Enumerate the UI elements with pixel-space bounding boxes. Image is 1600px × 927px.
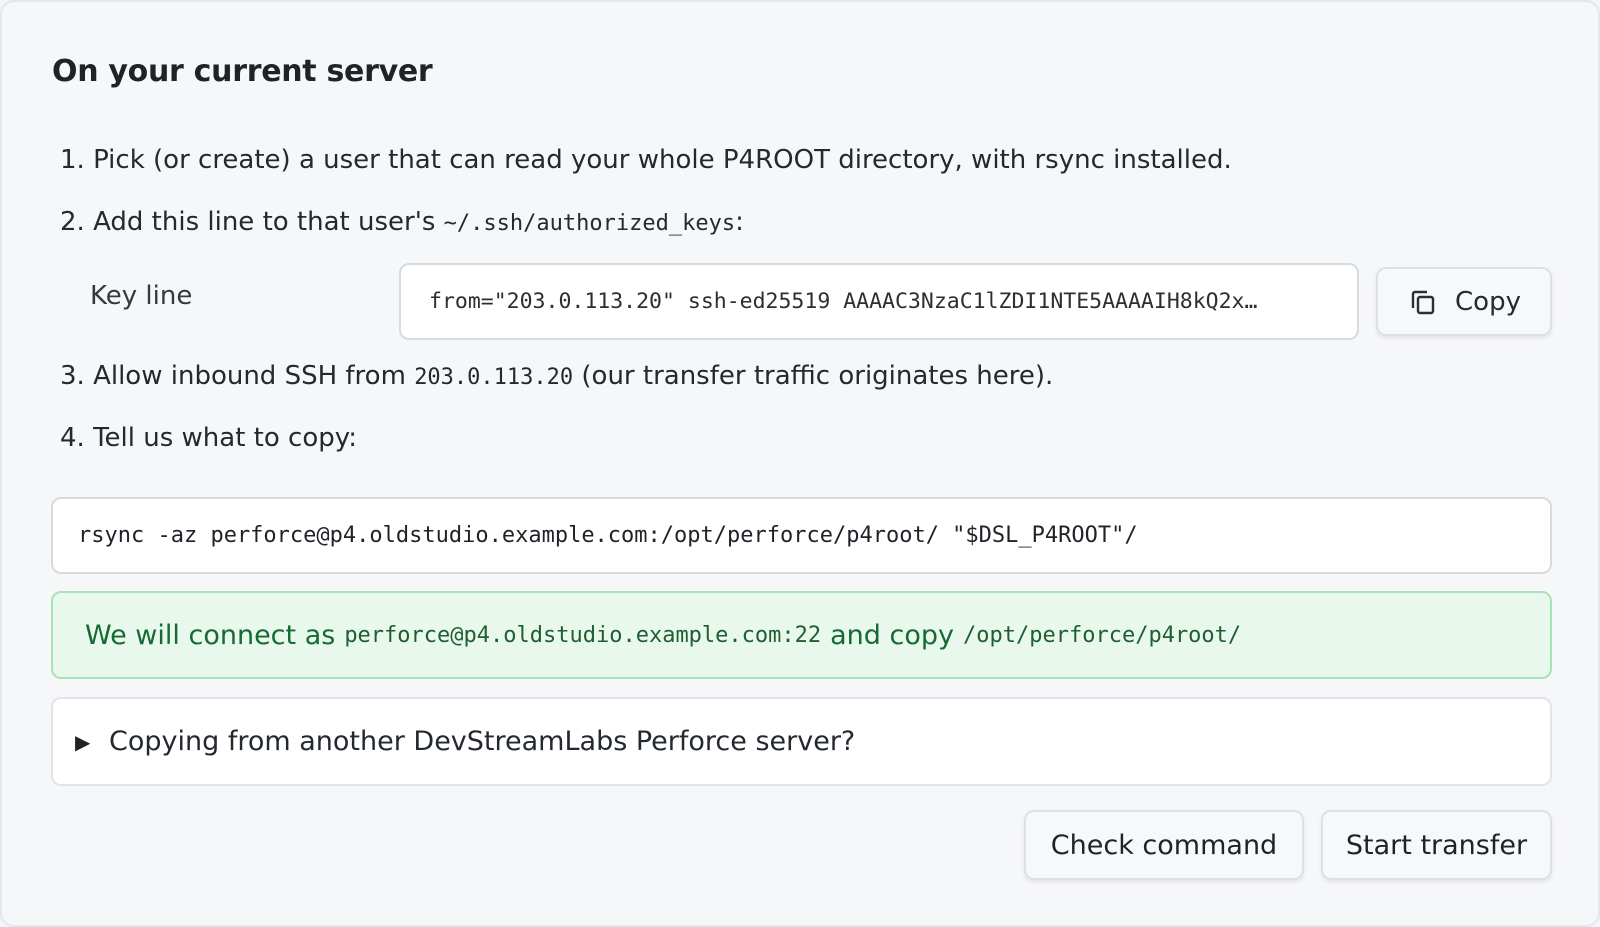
start-transfer-button[interactable]: Start transfer [1321,810,1552,880]
step-3-prefix: 3. Allow inbound SSH from [60,361,415,391]
step-2-prefix: 2. Add this line to that user's [60,207,444,237]
key-line-label: Key line [90,281,193,311]
step-2-suffix: : [735,207,744,237]
step-3: 3. Allow inbound SSH from 203.0.113.20 (… [60,361,1053,392]
source-ip: 203.0.113.20 [414,365,574,390]
step-1: 1. Pick (or create) a user that can read… [60,145,1232,176]
copy-icon [1411,290,1435,314]
rsync-command-value[interactable]: rsync -az perforce@p4.oldstudio.example.… [78,523,1138,548]
step-3-suffix: (our transfer traffic originates here). [573,361,1054,391]
notice-middle: and copy [830,619,955,651]
key-line-field[interactable]: from="203.0.113.20" ssh-ed25519 AAAAC3Nz… [399,263,1359,340]
key-line-value[interactable]: from="203.0.113.20" ssh-ed25519 AAAAC3Nz… [429,289,1329,314]
authorized-keys-path: ~/.ssh/authorized_keys [443,211,736,236]
step-4-text: 4. Tell us what to copy: [60,423,357,453]
notice-path: /opt/perforce/p4root/ [963,622,1242,648]
step-2: 2. Add this line to that user's ~/.ssh/a… [60,207,744,238]
disclosure-triangle-icon: ▶ [75,729,91,754]
copy-key-button[interactable]: Copy [1376,267,1552,336]
step-4: 4. Tell us what to copy: [60,423,357,454]
other-server-disclosure[interactable]: ▶ Copying from another DevStreamLabs Per… [51,697,1552,786]
connection-notice: We will connect as perforce@p4.oldstudio.… [51,591,1552,679]
copy-button-label: Copy [1455,286,1521,317]
disclosure-summary: Copying from another DevStreamLabs Perfo… [109,726,856,757]
notice-prefix: We will connect as [85,619,336,651]
notice-host: perforce@p4.oldstudio.example.com:22 [344,622,822,648]
transfer-panel: On your current server 1. Pick (or creat… [0,0,1600,927]
section-title: On your current server [52,54,433,89]
rsync-command-input[interactable]: rsync -az perforce@p4.oldstudio.example.… [51,497,1552,574]
check-command-button[interactable]: Check command [1024,810,1304,880]
step-1-text: 1. Pick (or create) a user that can read… [60,145,1232,175]
